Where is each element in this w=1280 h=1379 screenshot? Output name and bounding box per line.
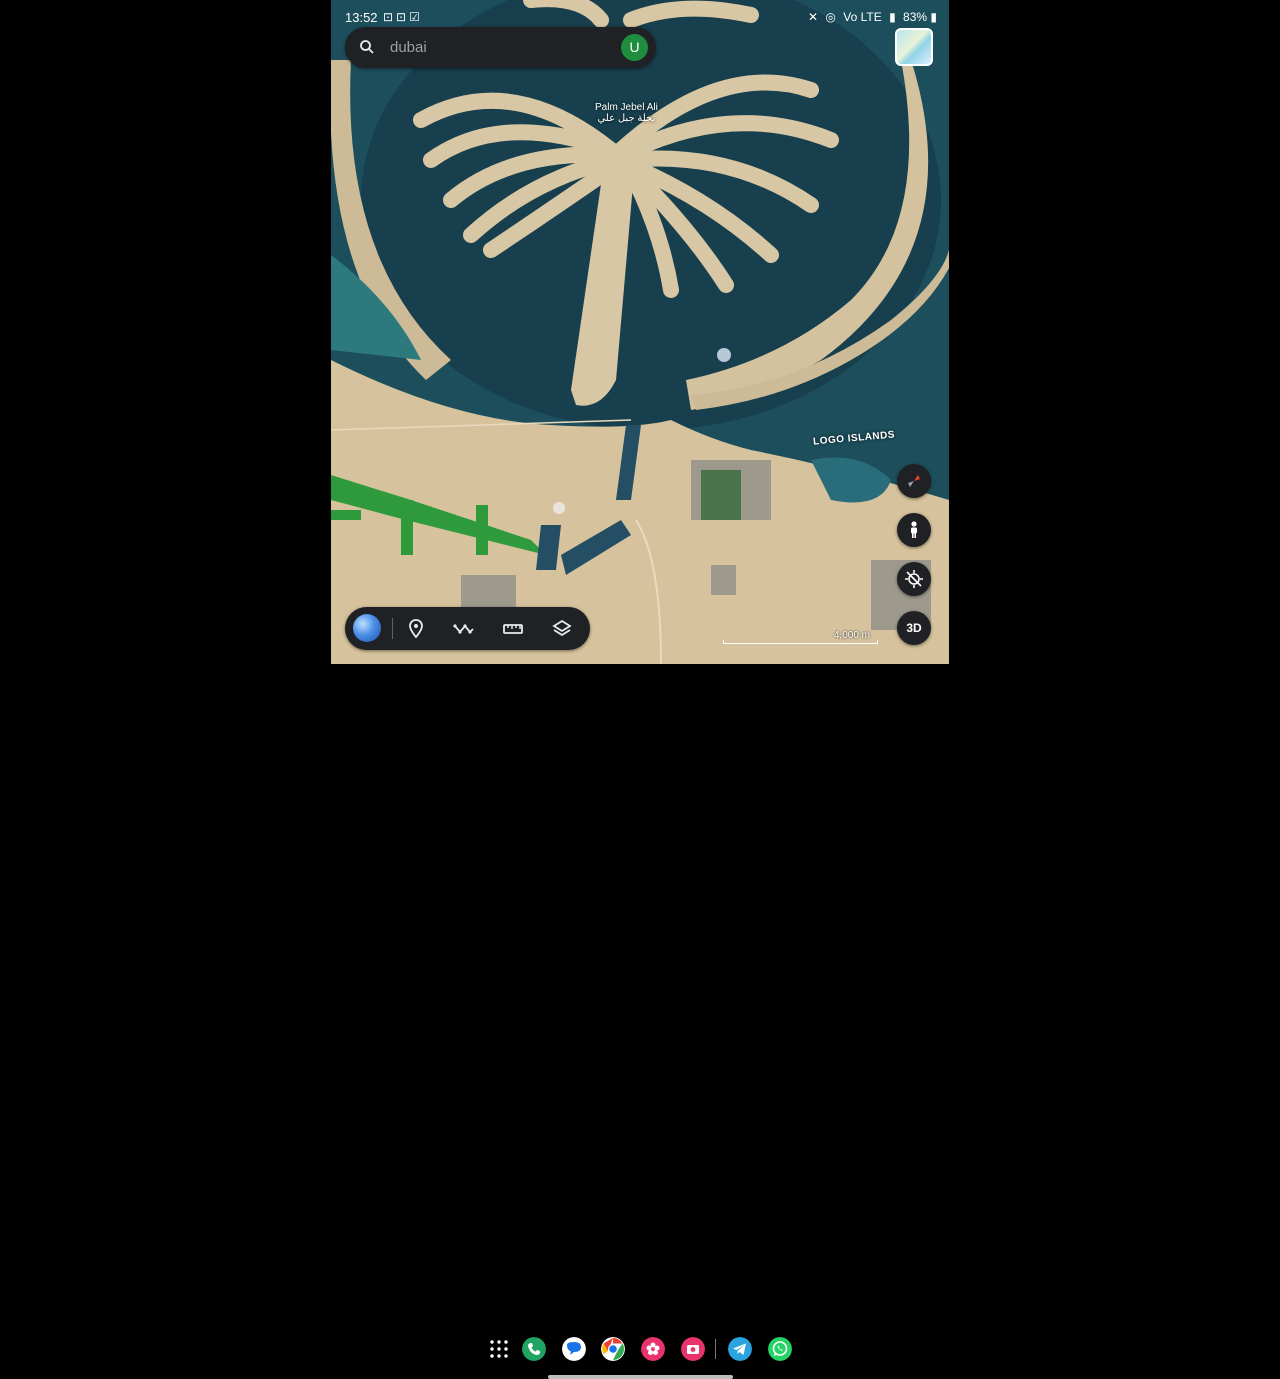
place-pin-icon[interactable]	[404, 617, 428, 641]
system-taskbar	[0, 664, 1280, 1379]
palm-label-ar: نخلة جبل علي	[597, 113, 656, 124]
mute-icon: ✕	[808, 10, 819, 24]
taskbar-divider	[715, 1339, 716, 1359]
status-right: ✕ ◎ Vo LTE ▮ 83% ▮	[808, 10, 937, 24]
signal-icon: ▮	[889, 10, 896, 24]
gallery-app-icon[interactable]	[641, 1337, 665, 1361]
path-icon[interactable]	[452, 617, 476, 641]
my-location-button[interactable]	[897, 562, 931, 596]
phone-app-icon[interactable]	[522, 1337, 546, 1361]
status-time: 13:52	[345, 10, 378, 25]
gesture-home-bar[interactable]	[548, 1375, 733, 1379]
messages-app-icon[interactable]	[562, 1337, 586, 1361]
layers-icon[interactable]	[550, 617, 574, 641]
globe-icon[interactable]	[353, 614, 381, 642]
screen-recorder-app-icon[interactable]	[681, 1337, 705, 1361]
place-label-palm: Palm Jebel Ali نخلة جبل علي	[595, 102, 658, 124]
whatsapp-app-icon[interactable]	[768, 1337, 792, 1361]
scale-line	[723, 640, 878, 644]
three-d-button[interactable]: 3D	[897, 611, 931, 645]
scale-bar: 4,000 m	[723, 630, 878, 644]
chrome-app-icon[interactable]	[601, 1337, 625, 1361]
street-view-button[interactable]	[897, 513, 931, 547]
map-view[interactable]: 13:52 ⊡⊡☑ ✕ ◎ Vo LTE ▮ 83% ▮ dubai U Pal…	[331, 0, 949, 664]
compass-button[interactable]	[897, 464, 931, 498]
bottom-toolbar	[345, 607, 590, 650]
compass-icon	[908, 475, 920, 487]
map-style-button[interactable]	[895, 28, 933, 66]
account-avatar[interactable]: U	[621, 34, 648, 61]
search-icon	[360, 40, 374, 54]
measure-icon[interactable]	[501, 617, 525, 641]
network-label: Vo LTE	[843, 10, 882, 24]
pegman-icon	[911, 521, 917, 538]
hotspot-icon: ◎	[825, 10, 836, 24]
battery-icon: ▮	[930, 10, 937, 24]
telegram-app-icon[interactable]	[728, 1337, 752, 1361]
location-off-icon	[905, 570, 923, 588]
satellite-map[interactable]	[331, 0, 949, 664]
search-input[interactable]: dubai	[390, 39, 427, 56]
notification-icons: ⊡⊡☑	[383, 10, 423, 24]
toolbar-divider	[392, 618, 393, 639]
search-bar[interactable]: dubai U	[345, 27, 656, 68]
palm-label-en: Palm Jebel Ali	[595, 102, 658, 113]
app-grid-icon[interactable]	[487, 1337, 511, 1361]
battery-level: 83%	[903, 10, 928, 24]
